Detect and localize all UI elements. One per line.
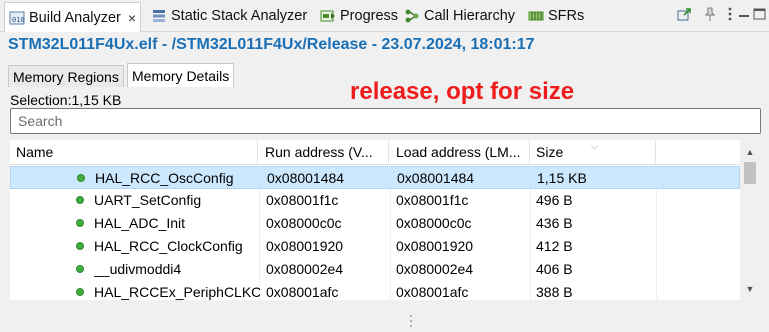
cell-run-address: 0x08001afc [266, 284, 339, 300]
column-header-load-address[interactable]: Load address (LM... [390, 140, 530, 165]
table-row[interactable]: HAL_RCCEx_PeriphCLKConfig 0x08001afc 0x0… [10, 281, 740, 300]
page-title: STM32L011F4Ux.elf - /STM32L011F4Ux/Relea… [8, 36, 535, 53]
minimize-icon[interactable] [736, 6, 752, 22]
function-symbol-icon [77, 174, 85, 182]
scroll-down-icon[interactable]: ▼ [740, 280, 760, 298]
function-symbol-icon [76, 288, 84, 296]
sort-descending-icon: ⌵ [591, 141, 598, 151]
tab-label: Static Stack Analyzer [171, 8, 308, 24]
cell-name: HAL_ADC_Init [94, 215, 186, 231]
tab-label: Build Analyzer [29, 9, 121, 26]
cell-load-address: 0x080002e4 [396, 261, 474, 277]
call-hierarchy-icon [404, 8, 420, 24]
vertical-scrollbar[interactable]: ▲ ▼ [740, 140, 760, 300]
search-input[interactable] [10, 108, 761, 134]
stack-analyzer-icon [151, 8, 167, 24]
cell-name: HAL_RCC_ClockConfig [94, 238, 243, 254]
function-symbol-icon [76, 242, 84, 250]
table-row[interactable]: HAL_RCC_ClockConfig 0x08001920 0x0800192… [10, 235, 740, 258]
cell-load-address: 0x08001920 [396, 238, 474, 254]
cell-size: 436 B [536, 215, 573, 231]
cell-size: 388 B [536, 284, 573, 300]
cell-run-address: 0x08000c0c [266, 215, 342, 231]
cell-name: UART_SetConfig [94, 192, 202, 208]
cell-run-address: 0x08001920 [266, 238, 344, 254]
maximize-icon[interactable] [752, 6, 768, 22]
tab-label: SFRs [548, 8, 585, 24]
table-row[interactable]: HAL_RCC_OscConfig 0x08001484 0x08001484 … [10, 166, 740, 189]
cell-name: HAL_RCCEx_PeriphCLKConfig [94, 284, 260, 300]
selection-label: Selection:1,15 KB [10, 92, 122, 108]
cell-name: __udivmoddi4 [94, 261, 182, 277]
cell-run-address: 0x08001f1c [266, 192, 339, 208]
pin-icon[interactable] [702, 6, 718, 22]
cell-load-address: 0x08001484 [397, 170, 475, 186]
table-row[interactable]: UART_SetConfig 0x08001f1c 0x08001f1c 496… [10, 189, 740, 212]
cell-run-address: 0x08001484 [267, 170, 345, 186]
tab-sfrs[interactable]: SFRs [528, 4, 584, 28]
column-header-name[interactable]: Name [10, 140, 258, 165]
svg-text:010: 010 [12, 16, 25, 24]
tab-label: Progress [340, 8, 399, 24]
tab-label: Call Hierarchy [424, 8, 516, 24]
cell-load-address: 0x08000c0c [396, 215, 472, 231]
function-symbol-icon [76, 196, 84, 204]
tab-call-hierarchy[interactable]: Call Hierarchy [404, 4, 515, 28]
table-row[interactable]: HAL_ADC_Init 0x08000c0c 0x08000c0c 436 B [10, 212, 740, 235]
memory-details-table: Name Run address (V... Load address (LM.… [10, 140, 760, 300]
sfrs-icon [528, 8, 544, 24]
view-tab-bar: 010 Build Analyzer × Static Stack Analyz… [0, 0, 769, 32]
cell-size: 406 B [536, 261, 573, 277]
cell-size: 412 B [536, 238, 573, 254]
column-header-run-address[interactable]: Run address (V... [259, 140, 389, 165]
progress-icon [320, 8, 336, 24]
tab-build-analyzer[interactable]: 010 Build Analyzer × [4, 2, 142, 32]
cell-load-address: 0x08001f1c [396, 192, 469, 208]
tab-progress[interactable]: Progress [320, 4, 398, 28]
cell-size: 496 B [536, 192, 573, 208]
tab-memory-regions[interactable]: Memory Regions [8, 65, 124, 87]
cell-name: HAL_RCC_OscConfig [95, 170, 234, 186]
close-icon[interactable]: × [128, 10, 136, 26]
scrollbar-thumb[interactable] [744, 162, 756, 184]
function-symbol-icon [76, 265, 84, 273]
cell-run-address: 0x080002e4 [266, 261, 344, 277]
function-symbol-icon [76, 219, 84, 227]
table-row[interactable]: __udivmoddi4 0x080002e4 0x080002e4 406 B [10, 258, 740, 281]
table-header: Name Run address (V... Load address (LM.… [10, 140, 740, 165]
resize-grip-icon[interactable] [408, 314, 414, 328]
export-icon[interactable] [676, 6, 692, 22]
scroll-up-icon[interactable]: ▲ [740, 143, 760, 161]
annotation-text: release, opt for size [350, 78, 575, 105]
cell-size: 1,15 KB [537, 170, 587, 186]
cell-load-address: 0x08001afc [396, 284, 469, 300]
build-analyzer-icon: 010 [9, 10, 25, 26]
tab-memory-details[interactable]: Memory Details [127, 63, 235, 87]
tab-static-stack-analyzer[interactable]: Static Stack Analyzer [151, 4, 307, 28]
